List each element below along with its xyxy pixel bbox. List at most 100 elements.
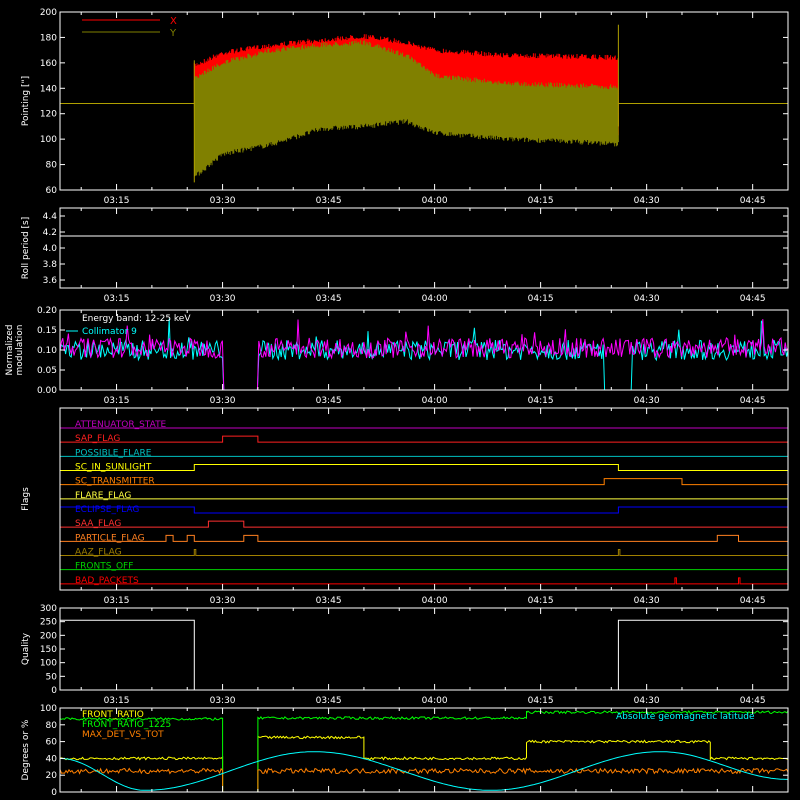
flag-label: BAD_PACKETS [75, 576, 139, 586]
flag-label: ECLIPSE_FLAG [75, 505, 139, 515]
y-tick-label: 60 [46, 186, 58, 196]
y-axis-label: Normalized [5, 324, 15, 375]
y-tick-label: 3.6 [43, 276, 58, 286]
y-tick-label: 0 [51, 686, 57, 696]
x-tick-label: 04:45 [740, 396, 766, 406]
y-tick-label: 180 [40, 33, 57, 43]
x-tick-label: 03:45 [316, 196, 342, 206]
flag-label: POSSIBLE_FLARE [75, 448, 152, 458]
x-tick-label: 03:15 [104, 196, 130, 206]
legend-label: Collimator 9 [82, 327, 137, 337]
quality-panel: Quality 0 50 100 150 200 250 300 03:15 03:30 03:45… [21, 604, 789, 706]
y-tick-label: 160 [40, 59, 57, 69]
series-line [60, 619, 788, 691]
x-tick-label: 04:30 [634, 696, 660, 706]
y-tick-label: 4.2 [43, 228, 57, 238]
y-tick-label: 300 [40, 604, 57, 614]
x-tick-label: 04:00 [422, 196, 448, 206]
y-tick-label: 100 [40, 659, 57, 669]
x-tick-label: 03:45 [316, 396, 342, 406]
x-tick-label: 04:00 [422, 396, 448, 406]
legend-label: X [170, 16, 177, 27]
y-axis-label: Flags [21, 487, 31, 511]
x-tick-label: 04:15 [528, 396, 554, 406]
legend-label: FRONT_RATIO [82, 710, 144, 720]
x-tick-label: 03:30 [210, 596, 236, 606]
energy-band-annotation: Energy band: 12-25 keV [82, 314, 191, 324]
flag-trace [60, 549, 788, 556]
x-tick-label: 03:30 [210, 196, 236, 206]
y-tick-label: 100 [40, 135, 57, 145]
x-tick-label: 04:45 [740, 196, 766, 206]
x-tick-label: 03:30 [210, 696, 236, 706]
x-tick-label: 03:45 [316, 596, 342, 606]
y-tick-label: 80 [46, 161, 58, 171]
legend-label: MAX_DET_VS_TOT [82, 730, 164, 740]
flag-trace [60, 464, 788, 471]
x-tick-label: 04:15 [528, 196, 554, 206]
x-tick-label: 04:30 [634, 396, 660, 406]
y-axis-label: Degrees or % [21, 719, 31, 780]
x-tick-label: 04:30 [634, 196, 660, 206]
x-tick-label: 04:15 [528, 294, 554, 304]
y-tick-label: 0.05 [37, 366, 57, 376]
flag-trace [60, 577, 788, 585]
y-tick-label: 0.00 [37, 386, 57, 396]
x-tick-label: 04:15 [528, 596, 554, 606]
flag-trace [60, 435, 788, 443]
flag-trace [60, 520, 788, 528]
x-tick-label: 03:15 [104, 696, 130, 706]
y-tick-label: 80 [46, 721, 58, 731]
y-tick-label: 0 [51, 788, 57, 798]
flag-label: SAA_FLAG [75, 519, 121, 529]
y-tick-label: 150 [40, 645, 57, 655]
x-tick-label: 03:15 [104, 396, 130, 406]
hessi-quicklook-figure: Pointing ["]608010012014016018020003:15 0… [5, 8, 789, 798]
x-tick-label: 04:45 [740, 696, 766, 706]
x-tick-label: 04:45 [740, 596, 766, 606]
x-tick-label: 04:00 [422, 596, 448, 606]
flag-label: FLARE_FLAG [75, 491, 131, 501]
y-tick-label: 0.20 [37, 306, 57, 316]
flag-trace [59, 506, 789, 514]
y-tick-label: 20 [46, 771, 58, 781]
x-tick-label: 04:45 [740, 294, 766, 304]
y-tick-label: 40 [46, 754, 58, 764]
flag-label: SC_IN_SUNLIGHT [75, 463, 152, 473]
y-axis-label: modulation [15, 325, 25, 376]
y-tick-label: 50 [46, 672, 58, 682]
x-tick-label: 03:15 [104, 294, 130, 304]
x-tick-label: 04:15 [528, 696, 554, 706]
y-tick-label: 120 [40, 110, 57, 120]
ratios-panel: Degrees or % 0 20 40 60 80 100 FRONT_RATIOFRONT… [21, 704, 789, 798]
y-tick-label: 200 [40, 631, 57, 641]
y-tick-label: 3.8 [43, 260, 58, 270]
plot-frame [59, 207, 789, 289]
legend-label: Absolute geomagnetic latitude [616, 712, 755, 722]
x-tick-label: 04:30 [634, 596, 660, 606]
roll-period-panel: Roll period [s] 3.6 3.8 4.0 4.2 4.4 03:15 03:30… [21, 207, 789, 304]
legend-label: Y [169, 28, 177, 39]
y-tick-label: 4.4 [43, 212, 58, 222]
y-tick-label: 0.10 [37, 346, 57, 356]
flag-label: AAZ_FLAG [75, 548, 122, 558]
flag-label: SAP_FLAG [75, 434, 120, 444]
x-tick-label: 03:30 [210, 396, 236, 406]
x-tick-label: 03:45 [316, 294, 342, 304]
flag-label: SC_TRANSMITTER [75, 477, 155, 487]
flag-label: FRONTS_OFF [75, 562, 133, 572]
flag-trace [60, 478, 788, 486]
y-tick-label: 0.15 [37, 326, 57, 336]
x-tick-label: 04:30 [634, 294, 660, 304]
y-axis-label: Quality [21, 632, 31, 665]
y-tick-label: 60 [46, 738, 58, 748]
flag-trace [60, 534, 788, 542]
y-tick-label: 140 [40, 84, 57, 94]
x-tick-label: 03:30 [210, 294, 236, 304]
y-tick-label: 100 [40, 704, 57, 714]
y-axis-label: Pointing ["] [21, 76, 31, 126]
x-tick-label: 04:00 [422, 696, 448, 706]
legend-label: FRONT_RATIO_1225 [82, 720, 171, 730]
x-tick-label: 04:00 [422, 294, 448, 304]
y-tick-label: 250 [40, 618, 57, 628]
